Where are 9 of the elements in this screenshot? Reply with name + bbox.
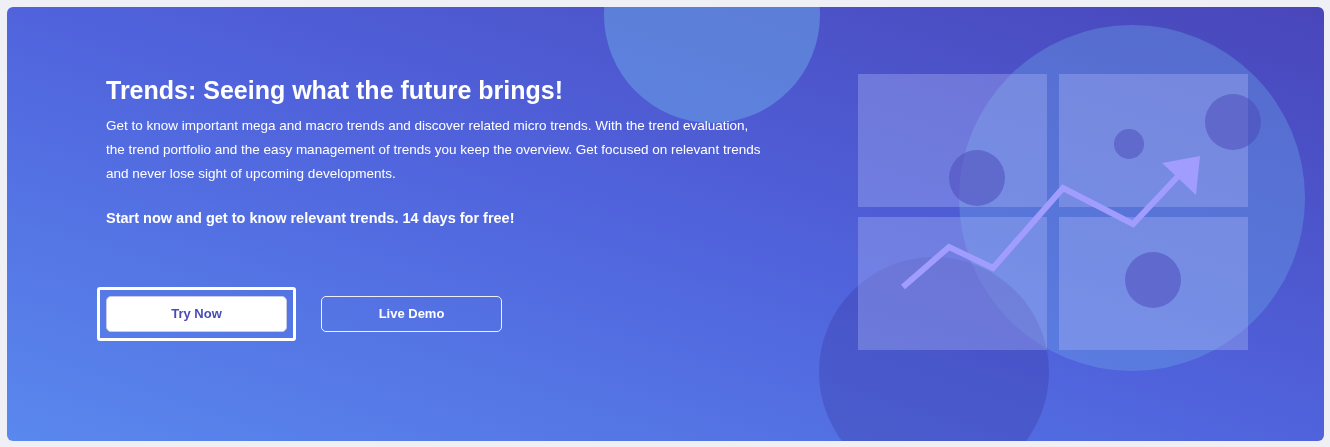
dot xyxy=(1205,94,1261,150)
hero-description: Get to know important mega and macro trends and discover related micro trends. With the trend evaluation, the trend portfolio and the easy management of trends you keep the overview. Get focused on relevant trends and never lose sight of upcoming developments. xyxy=(106,117,761,183)
live-demo-button[interactable]: Live Demo xyxy=(321,295,502,332)
dot xyxy=(949,150,1005,206)
hero-title: Trends: Seeing what the future brings! xyxy=(106,75,564,106)
dot xyxy=(1125,252,1181,308)
try-now-button[interactable]: Try Now xyxy=(106,295,287,332)
dot xyxy=(1114,129,1144,159)
call-to-action-text: Start now and get to know relevant trends. 14 days for free! xyxy=(106,209,516,228)
